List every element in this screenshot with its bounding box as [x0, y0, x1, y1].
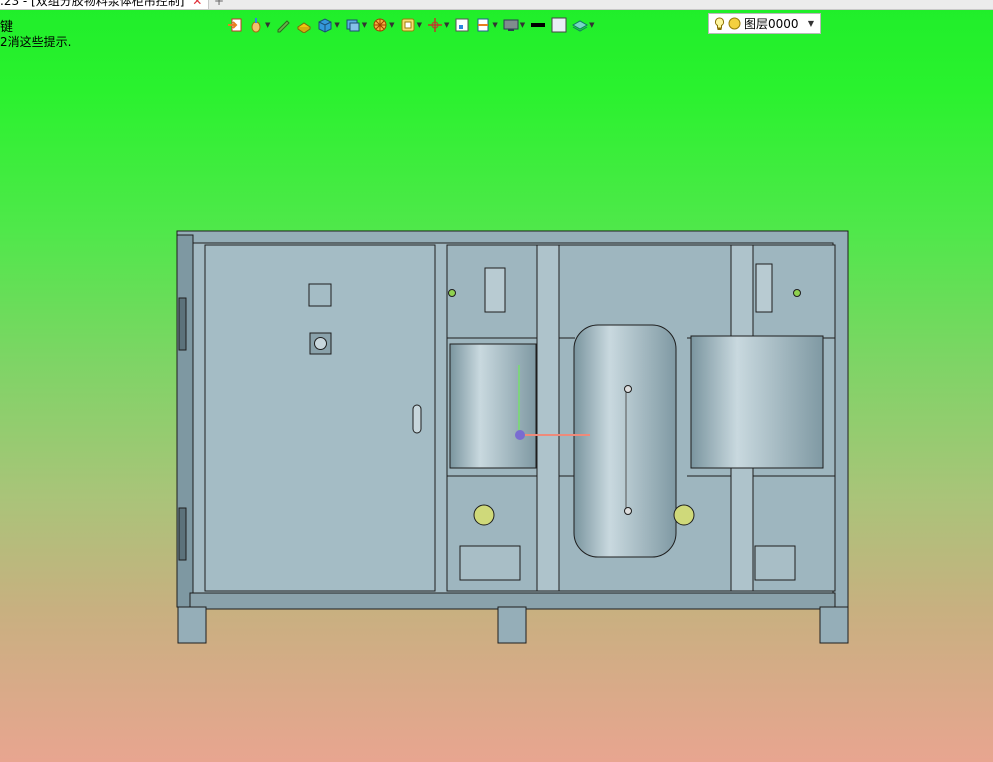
indicator-window: [308, 283, 332, 307]
vent-grille-top: [178, 297, 187, 351]
right-pump: [755, 263, 773, 313]
left-indicator-light: [448, 289, 456, 297]
cabinet-model[interactable]: [176, 230, 849, 644]
vent-grille-bottom: [178, 507, 187, 561]
leg-middle: [497, 606, 527, 644]
cad-viewport[interactable]: [0, 0, 993, 762]
center-tank: [573, 324, 677, 558]
switch-knob: [314, 337, 327, 350]
gauge-top-valve: [624, 385, 632, 393]
left-pump: [484, 267, 506, 313]
gauge-bottom-valve: [624, 507, 632, 515]
right-motor: [754, 545, 796, 581]
leg-right: [819, 606, 849, 644]
leg-left: [177, 606, 207, 644]
left-motor: [459, 545, 521, 581]
left-gauge: [473, 504, 495, 526]
right-indicator-light: [793, 289, 801, 297]
door-handle[interactable]: [412, 404, 422, 434]
right-gauge: [673, 504, 695, 526]
post-left: [536, 244, 560, 592]
left-barrel: [449, 343, 537, 469]
right-barrel: [690, 335, 824, 469]
